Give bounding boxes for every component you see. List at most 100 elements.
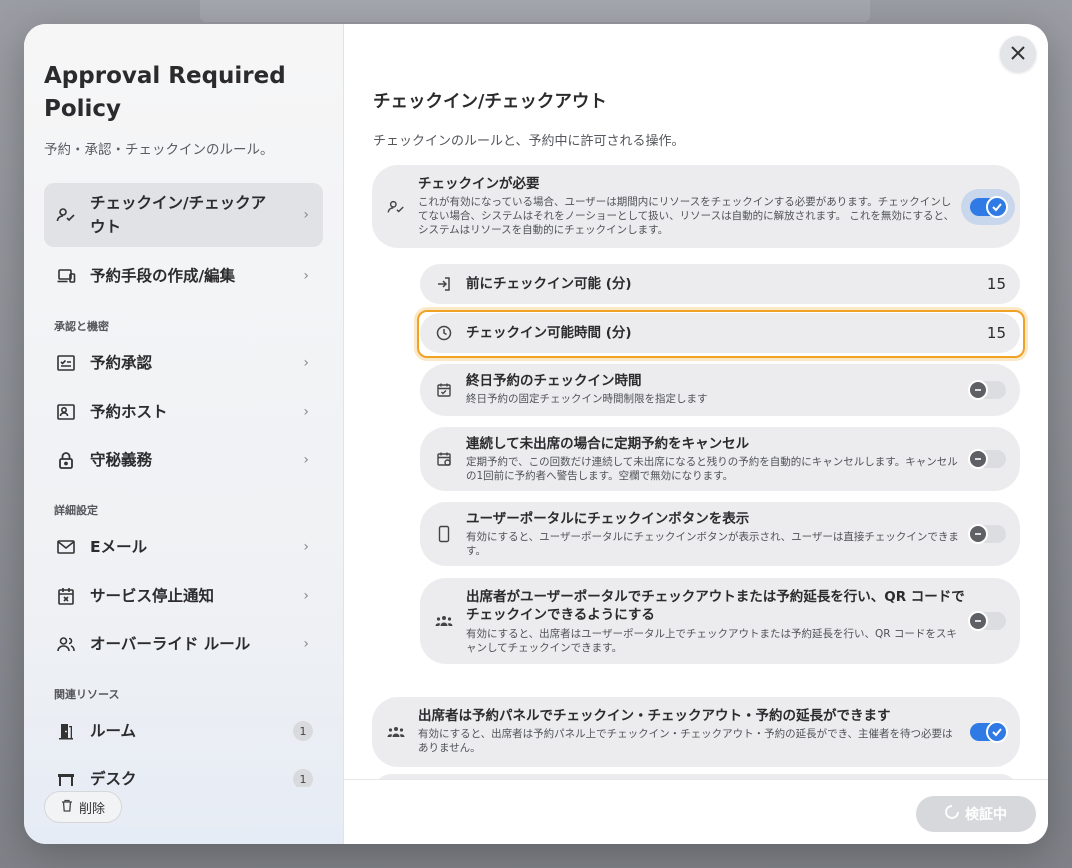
sidebar-item-checkin[interactable]: チェックイン/チェックアウト ›	[44, 183, 323, 247]
backdrop-bar	[200, 0, 870, 22]
policy-subtitle: 予約・承認・チェックインのルール。	[44, 142, 274, 158]
allday-checkin-card: 終日予約のチェックイン時間 終日予約の固定チェックイン時間制限を指定します	[420, 364, 1020, 416]
chevron-right-icon: ›	[303, 539, 309, 555]
trash-icon	[61, 799, 73, 816]
group-icon	[434, 611, 454, 631]
devices-icon	[55, 265, 77, 287]
verify-button[interactable]: 検証中	[916, 796, 1036, 832]
sidebar-item-room[interactable]: ルーム 1	[44, 707, 323, 755]
checkin-required-toggle[interactable]	[970, 195, 1008, 218]
close-icon	[1011, 45, 1025, 64]
chevron-right-icon: ›	[303, 355, 309, 371]
setting-description: これが有効になっている場合、ユーザーは期間内にリソースをチェックインする必要があ…	[418, 196, 955, 236]
minus-icon	[968, 611, 988, 631]
sidebar-item-booking-methods[interactable]: 予約手段の作成/編集 ›	[44, 252, 323, 300]
setting-description: 有効にすると、ユーザーポータルにチェックインボタンが表示され、ユーザーは直接チェ…	[466, 531, 959, 557]
login-icon	[434, 274, 454, 294]
setting-title: 出席者がユーザーポータルでチェックアウトまたは予約延長を行い、QR コードでチェ…	[466, 589, 965, 623]
chevron-right-icon: ›	[303, 588, 309, 604]
chevron-right-icon: ›	[303, 207, 309, 223]
focus-ring	[417, 310, 1025, 358]
sidebar-item-label: Eメール	[90, 538, 148, 556]
portal-button-card: ユーザーポータルにチェックインボタンを表示 有効にすると、ユーザーポータルにチェ…	[420, 502, 1020, 566]
allday-checkin-toggle[interactable]	[968, 380, 1006, 400]
minus-icon	[968, 449, 988, 469]
checkin-icon	[55, 204, 77, 226]
sidebar-item-email[interactable]: Eメール ›	[44, 523, 323, 571]
sidebar-item-approval[interactable]: 予約承認 ›	[44, 339, 323, 387]
sidebar-item-label: サービス停止通知	[90, 587, 215, 605]
checkmark-icon	[986, 721, 1008, 743]
group-icon	[386, 722, 406, 742]
cancel-recurring-toggle[interactable]	[968, 449, 1006, 469]
section-subtitle: チェックインのルールと、予約中に許可される操作。	[373, 134, 685, 149]
count-badge: 1	[293, 769, 313, 787]
setting-title: 連続して未出席の場合に定期予約をキャンセル	[466, 436, 750, 452]
main-content: チェックイン/チェックアウト チェックインのルールと、予約中に許可される操作。 …	[344, 24, 1048, 779]
sidebar-item-label: オーバーライド ルール	[90, 635, 251, 653]
phone-icon	[434, 524, 454, 544]
sidebar-item-service-outage[interactable]: サービス停止通知 ›	[44, 572, 323, 620]
section-title: チェックイン/チェックアウト	[373, 92, 607, 112]
setting-title: 終日予約のチェックイン時間	[466, 373, 642, 389]
spinner-icon	[945, 805, 959, 823]
sidebar-item-label: 予約承認	[90, 354, 153, 372]
calendar-check-icon	[434, 380, 454, 400]
host-icon	[55, 401, 77, 423]
setting-description: 有効にすると、出席者はユーザーポータル上でチェックアウトまたは予約延長を行い、Q…	[466, 628, 957, 654]
approval-icon	[55, 352, 77, 374]
section-advanced: 詳細設定	[54, 504, 98, 517]
setting-title: ユーザーポータルにチェックインボタンを表示	[466, 511, 750, 527]
checkin-icon	[386, 197, 406, 217]
sidebar-item-label: 予約ホスト	[90, 403, 168, 421]
count-badge: 1	[293, 721, 313, 741]
before-checkin-card[interactable]: 前にチェックイン可能 (分) 15	[420, 264, 1020, 304]
chevron-right-icon: ›	[303, 268, 309, 284]
attendee-portal-toggle[interactable]	[968, 611, 1006, 631]
sidebar-item-label: チェックイン/チェックアウト	[90, 194, 267, 236]
setting-description: 定期予約で、この回数だけ連続して未出席になると残りの予約を自動的にキャンセルしま…	[466, 456, 958, 482]
delete-button[interactable]: 削除	[44, 791, 122, 823]
minus-icon	[968, 524, 988, 544]
footer: 検証中	[344, 779, 1048, 844]
setting-description: 終日予約の固定チェックイン時間制限を指定します	[466, 393, 708, 405]
chevron-right-icon: ›	[303, 636, 309, 652]
sidebar-item-desk[interactable]: デスク 1	[44, 755, 323, 787]
chevron-right-icon: ›	[303, 404, 309, 420]
portal-button-toggle[interactable]	[968, 524, 1006, 544]
verify-label: 検証中	[965, 807, 1007, 823]
setting-title: 出席者は予約パネルでチェックイン・チェックアウト・予約の延長ができます	[418, 708, 891, 724]
sidebar-item-confidentiality[interactable]: 守秘義務 ›	[44, 436, 323, 484]
lock-icon	[55, 449, 77, 471]
sidebar-item-label: ルーム	[90, 722, 137, 740]
section-related: 関連リソース	[54, 688, 120, 701]
setting-description: 有効にすると、出席者は予約パネル上でチェックイン・チェックアウト・予約の延長がで…	[418, 728, 953, 754]
delete-label: 削除	[78, 801, 105, 817]
door-icon	[55, 720, 77, 742]
checkmark-icon	[986, 195, 1008, 218]
cancel-recurring-card: 連続して未出席の場合に定期予約をキャンセル 定期予約で、この回数だけ連続して未出…	[420, 427, 1020, 491]
sidebar-item-label: デスク	[90, 770, 137, 787]
checkin-required-card: チェックインが必要 これが有効になっている場合、ユーザーは期間内にリソースをチェ…	[372, 165, 1020, 248]
setting-value: 15	[986, 275, 1006, 293]
attendee-panel-toggle[interactable]	[970, 721, 1008, 743]
attendee-portal-card: 出席者がユーザーポータルでチェックアウトまたは予約延長を行い、QR コードでチェ…	[420, 578, 1020, 664]
minus-icon	[968, 380, 988, 400]
people-icon	[55, 633, 77, 655]
sidebar-item-label: 守秘義務	[90, 451, 153, 469]
setting-title: チェックインが必要	[418, 176, 540, 192]
sidebar-item-override-rules[interactable]: オーバーライド ルール ›	[44, 620, 323, 668]
calendar-x-icon	[55, 585, 77, 607]
policy-modal: Approval Required Policy 予約・承認・チェックインのルー…	[24, 24, 1048, 844]
sidebar: Approval Required Policy 予約・承認・チェックインのルー…	[24, 24, 344, 844]
attendee-panel-card: 出席者は予約パネルでチェックイン・チェックアウト・予約の延長ができます 有効にす…	[372, 697, 1020, 767]
sidebar-item-host[interactable]: 予約ホスト ›	[44, 388, 323, 436]
calendar-repeat-icon	[434, 449, 454, 469]
sidebar-item-label: 予約手段の作成/編集	[90, 267, 236, 285]
close-button[interactable]	[1000, 36, 1036, 72]
section-approval: 承認と機密	[54, 320, 109, 333]
mail-icon	[55, 536, 77, 558]
policy-title: Approval Required Policy	[44, 63, 286, 122]
chevron-right-icon: ›	[303, 452, 309, 468]
desk-icon	[55, 768, 77, 787]
